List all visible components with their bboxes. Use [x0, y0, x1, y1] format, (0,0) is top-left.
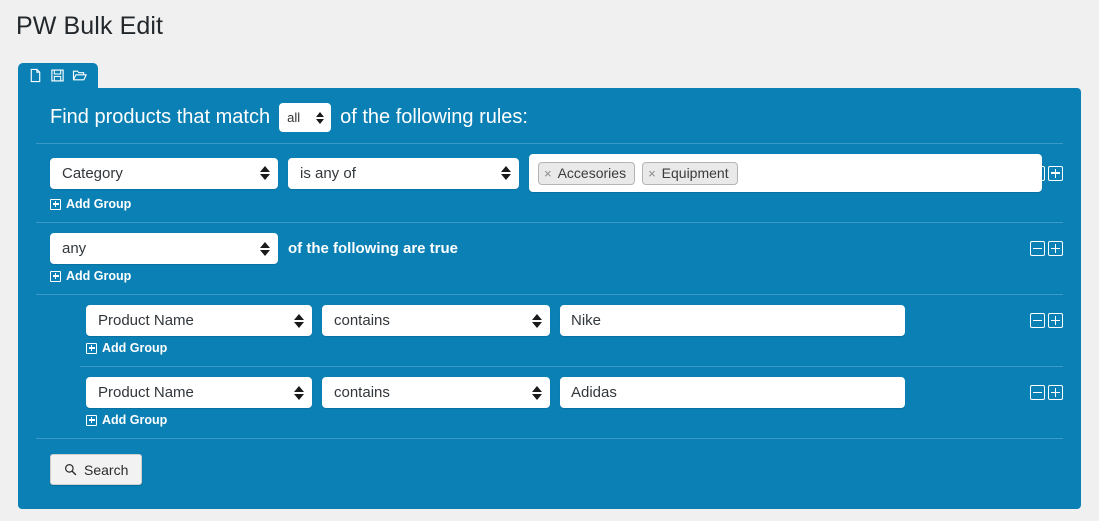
tag-chip[interactable]: × Accesories: [538, 162, 635, 185]
rule-field-value: Product Name: [98, 384, 194, 401]
rule-operator-select[interactable]: contains: [322, 377, 550, 408]
group-match-type-select[interactable]: any: [50, 233, 278, 264]
rule-field-value: Category: [62, 165, 123, 182]
chevron-updown-icon: [294, 384, 304, 401]
chevron-updown-icon: [315, 109, 325, 126]
open-folder-icon[interactable]: [72, 68, 87, 83]
search-icon: [64, 463, 77, 476]
rule-builder-panel: Find products that match all of the foll…: [18, 88, 1081, 509]
rule-row: Category is any of × Accesories × Equipm…: [32, 144, 1067, 192]
header-text-before: Find products that match: [50, 106, 270, 129]
save-icon[interactable]: [50, 68, 65, 83]
tag-chip[interactable]: × Equipment: [642, 162, 738, 185]
add-group-link[interactable]: Add Group: [86, 413, 1067, 427]
rule-field-select[interactable]: Product Name: [86, 305, 312, 336]
remove-tag-icon[interactable]: ×: [648, 167, 656, 180]
rule-field-select[interactable]: Product Name: [86, 377, 312, 408]
rule-tag-input[interactable]: × Accesories × Equipment: [529, 154, 1042, 192]
add-rule-button[interactable]: [1048, 313, 1063, 328]
rule-controls: [1030, 166, 1063, 181]
rule-value-input[interactable]: Adidas: [560, 377, 905, 408]
square-plus-icon: [86, 343, 97, 354]
rule-field-select[interactable]: Category: [50, 158, 278, 189]
add-group-label: Add Group: [102, 413, 167, 427]
remove-rule-button[interactable]: [1030, 385, 1045, 400]
rule-row: Product Name contains Adidas: [32, 367, 1067, 408]
group-match-type-value: any: [62, 240, 86, 257]
tag-label: Accesories: [558, 165, 626, 181]
rule-builder-header: Find products that match all of the foll…: [32, 100, 1067, 132]
new-file-icon[interactable]: [28, 68, 43, 83]
remove-rule-button[interactable]: [1030, 166, 1045, 181]
add-group-link[interactable]: Add Group: [86, 341, 1067, 355]
chevron-updown-icon: [260, 240, 270, 257]
tab-rules[interactable]: [18, 63, 98, 88]
group-row: any of the following are true: [32, 223, 1067, 264]
rule-controls: [1030, 313, 1063, 328]
divider: [36, 438, 1063, 439]
add-rule-button[interactable]: [1048, 166, 1063, 181]
add-group-label: Add Group: [66, 269, 131, 283]
rule-value-text: Adidas: [571, 384, 617, 401]
match-type-select[interactable]: all: [279, 103, 331, 132]
group-text-after: of the following are true: [288, 240, 458, 257]
rule-value-text: Nike: [571, 312, 601, 329]
square-plus-icon: [50, 271, 61, 282]
rule-operator-select[interactable]: is any of: [288, 158, 519, 189]
rule-operator-value: contains: [334, 384, 390, 401]
rule-operator-value: contains: [334, 312, 390, 329]
rule-controls: [1030, 385, 1063, 400]
chevron-updown-icon: [260, 165, 270, 182]
remove-tag-icon[interactable]: ×: [544, 167, 552, 180]
add-group-label: Add Group: [66, 197, 131, 211]
rule-field-value: Product Name: [98, 312, 194, 329]
remove-group-button[interactable]: [1030, 241, 1045, 256]
rule-operator-value: is any of: [300, 165, 356, 182]
add-rule-button[interactable]: [1048, 385, 1063, 400]
group-controls: [1030, 241, 1063, 256]
add-group-label: Add Group: [102, 341, 167, 355]
rule-row: Product Name contains Nike: [32, 295, 1067, 336]
chevron-updown-icon: [532, 312, 542, 329]
add-group-link[interactable]: Add Group: [50, 197, 1067, 211]
search-button[interactable]: Search: [50, 454, 142, 485]
tabstrip: [18, 63, 1099, 88]
add-group-link[interactable]: Add Group: [50, 269, 1067, 283]
page-title: PW Bulk Edit: [0, 0, 1099, 41]
add-group-button[interactable]: [1048, 241, 1063, 256]
rule-operator-select[interactable]: contains: [322, 305, 550, 336]
square-plus-icon: [50, 199, 61, 210]
chevron-updown-icon: [294, 312, 304, 329]
search-button-label: Search: [84, 462, 128, 478]
rule-value-input[interactable]: Nike: [560, 305, 905, 336]
header-text-after: of the following rules:: [340, 106, 528, 129]
chevron-updown-icon: [501, 165, 511, 182]
square-plus-icon: [86, 415, 97, 426]
remove-rule-button[interactable]: [1030, 313, 1045, 328]
match-type-value: all: [287, 110, 300, 125]
chevron-updown-icon: [532, 384, 542, 401]
tag-label: Equipment: [662, 165, 729, 181]
